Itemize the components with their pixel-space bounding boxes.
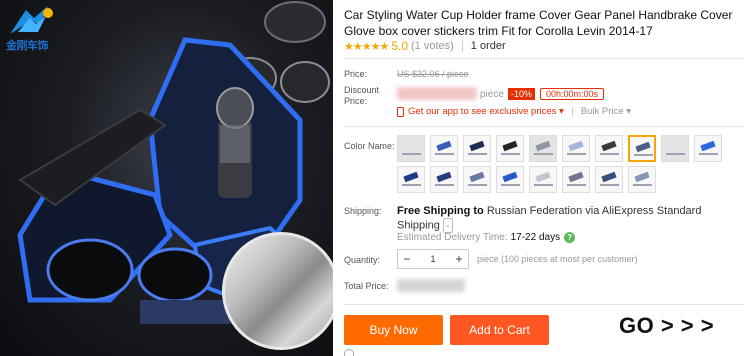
color-swatch[interactable]: [397, 135, 425, 162]
rating-score: 5.0: [391, 39, 408, 53]
bulk-price-dropdown[interactable]: Bulk Price ▾: [581, 106, 631, 117]
total-price-label: Total Price:: [344, 281, 389, 291]
brand-logo-text: 金刚车饰: [6, 39, 49, 52]
product-info-panel: Car Styling Water Cup Holder frame Cover…: [344, 0, 744, 356]
color-swatch[interactable]: [661, 135, 689, 162]
free-shipping-text: Free Shipping to: [397, 205, 484, 217]
color-swatch[interactable]: [562, 135, 590, 162]
buy-now-button[interactable]: Buy Now: [344, 315, 443, 345]
divider: [344, 304, 744, 305]
decrease-quantity-button[interactable]: −: [398, 252, 416, 266]
quantity-note: piece (100 pieces at most per customer): [477, 254, 638, 264]
quantity-stepper: − 1 +: [397, 249, 469, 269]
divider: [571, 106, 573, 117]
original-price: US $32.06 / piece: [397, 69, 469, 79]
product-title: Car Styling Water Cup Holder frame Cover…: [344, 8, 733, 38]
shipping-method[interactable]: Free Shipping to Russian Federation via …: [397, 205, 727, 233]
color-swatch[interactable]: [463, 135, 491, 162]
color-swatch-selected[interactable]: [628, 135, 656, 162]
color-swatch[interactable]: [628, 166, 656, 193]
divider: [344, 58, 744, 59]
delivery-days: 17-22 days: [510, 232, 561, 243]
add-to-cart-button[interactable]: Add to Cart: [450, 315, 549, 345]
app-offer-row: Get our app to see exclusive prices ▾ Bu…: [397, 106, 631, 117]
price-label: Price:: [344, 69, 368, 79]
color-swatch[interactable]: [397, 166, 425, 193]
phone-icon: [397, 106, 404, 117]
discount-price-label: Discount Price:: [344, 85, 380, 106]
color-swatch[interactable]: [463, 166, 491, 193]
color-swatch[interactable]: [430, 166, 458, 193]
color-name-label: Color Name:: [344, 141, 395, 151]
discount-price-value: [397, 87, 477, 100]
countdown-timer: 00h:00m:00s: [540, 88, 605, 100]
chevron-down-icon[interactable]: ⌄: [442, 218, 453, 233]
star-rating-icon[interactable]: ★★★★★: [344, 40, 389, 53]
discount-badge: -10%: [508, 88, 536, 100]
quantity-input[interactable]: 1: [416, 254, 450, 264]
delivery-estimate-label: Estimated Delivery Time:: [397, 232, 508, 243]
increase-quantity-button[interactable]: +: [450, 252, 468, 266]
color-swatch[interactable]: [529, 135, 557, 162]
color-swatch[interactable]: [595, 135, 623, 162]
shipping-label: Shipping:: [344, 206, 382, 216]
color-swatch[interactable]: [496, 135, 524, 162]
rating-row: ★★★★★ 5.0 (1 votes) 1 order: [344, 39, 506, 53]
wishlist-icon[interactable]: [344, 349, 354, 356]
detail-inset-image: [222, 232, 333, 350]
product-image[interactable]: 金刚车饰: [0, 0, 333, 356]
color-swatch[interactable]: [562, 166, 590, 193]
app-offer-link[interactable]: Get our app to see exclusive prices ▾: [408, 106, 564, 117]
brand-logo-icon: [10, 6, 53, 34]
color-swatch[interactable]: [430, 135, 458, 162]
delivery-estimate: Estimated Delivery Time: 17-22 days ?: [397, 232, 576, 243]
order-count: 1 order: [470, 40, 506, 52]
color-swatch[interactable]: [529, 166, 557, 193]
total-price-value: [397, 279, 465, 292]
rating-divider: [461, 40, 463, 52]
divider: [344, 126, 744, 127]
discount-unit: piece: [480, 89, 504, 100]
color-swatch[interactable]: [496, 166, 524, 193]
color-swatch[interactable]: [694, 135, 722, 162]
brand-logo: 金刚车饰: [4, 4, 62, 52]
color-swatch[interactable]: [595, 166, 623, 193]
help-icon[interactable]: ?: [564, 232, 576, 243]
rating-votes[interactable]: (1 votes): [411, 40, 454, 52]
quantity-label: Quantity:: [344, 255, 381, 265]
go-banner-text: GO > > >: [619, 313, 715, 338]
